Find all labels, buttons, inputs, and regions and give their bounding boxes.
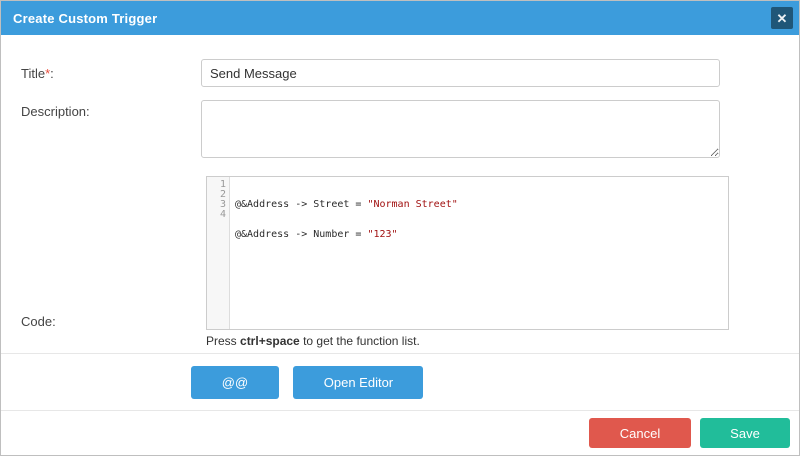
- code-line: @&Address -> Street = "Norman Street": [235, 200, 728, 210]
- hint-shortcut: ctrl+space: [240, 334, 300, 348]
- line-number-gutter: 1 2 3 4: [207, 177, 230, 329]
- description-label: Description:: [21, 100, 201, 158]
- line-number: 4: [207, 210, 226, 220]
- dialog-title: Create Custom Trigger: [13, 11, 157, 26]
- hint-text: Press ctrl+space to get the function lis…: [206, 334, 799, 348]
- open-editor-button[interactable]: Open Editor: [293, 366, 423, 399]
- editor-toolbar: @@ Open Editor: [1, 354, 799, 410]
- string-token: "123": [367, 229, 397, 240]
- description-textarea[interactable]: [201, 100, 720, 158]
- title-label: Title*:: [21, 59, 201, 87]
- dialog-footer: Cancel Save: [1, 410, 799, 455]
- description-row: Description:: [1, 100, 799, 158]
- code-row: Code: 1 2 3 4 @&Address -> Street = "Nor…: [1, 176, 799, 330]
- close-button[interactable]: ✕: [771, 7, 793, 29]
- cancel-button[interactable]: Cancel: [589, 418, 691, 448]
- code-line: @&Address -> Number = "123": [235, 230, 728, 240]
- save-button[interactable]: Save: [700, 418, 790, 448]
- code-editor[interactable]: 1 2 3 4 @&Address -> Street = "Norman St…: [206, 176, 729, 330]
- title-input[interactable]: [201, 59, 720, 87]
- string-token: "Norman Street": [367, 199, 457, 210]
- dialog-header: Create Custom Trigger ✕: [1, 1, 799, 35]
- insert-at-button[interactable]: @@: [191, 366, 279, 399]
- code-line: [235, 290, 728, 300]
- code-label: Code:: [21, 314, 201, 330]
- code-line: [235, 260, 728, 270]
- code-content: @&Address -> Street = "Norman Street" @&…: [230, 177, 728, 329]
- close-icon: ✕: [777, 12, 788, 25]
- create-custom-trigger-dialog: Create Custom Trigger ✕ Title*: Descript…: [0, 0, 800, 456]
- title-row: Title*:: [1, 59, 799, 87]
